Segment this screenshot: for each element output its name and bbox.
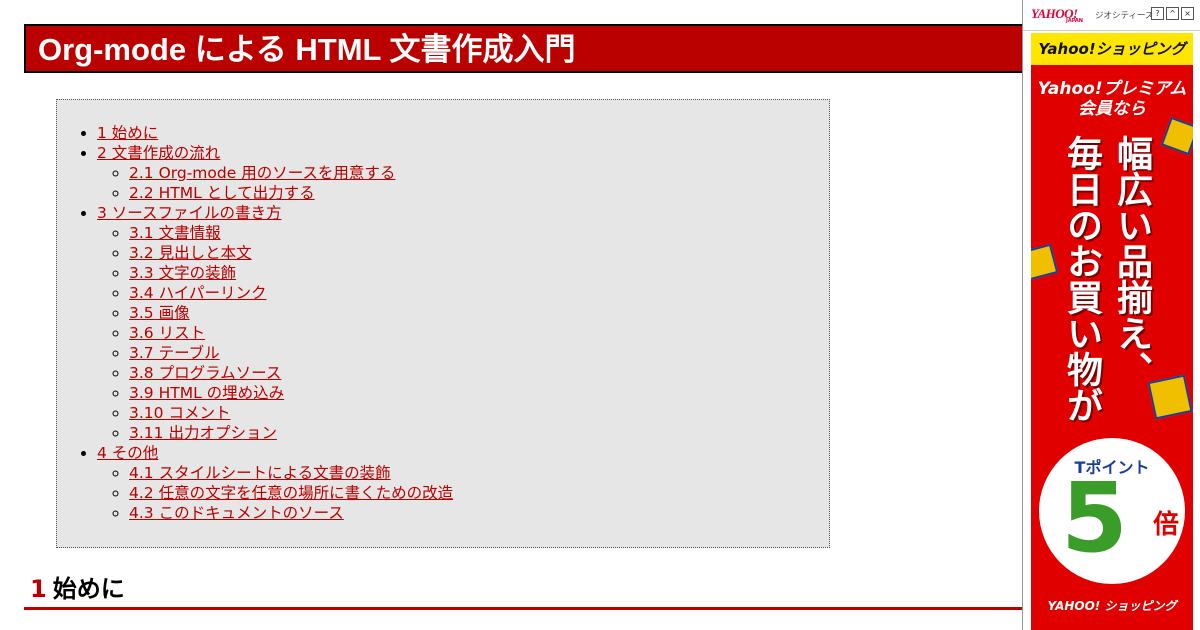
ad-premium-line2: 会員なら bbox=[1078, 99, 1146, 119]
toc-sublink[interactable]: 3.1 文書情報 bbox=[129, 224, 221, 242]
toc-item: 2 文書作成の流れ 2.1 Org-mode 用のソースを用意する 2.2 HTML… bbox=[97, 143, 829, 203]
ad-header: YAHOO! JAPAN ジオシティーズ ? ^ × bbox=[1023, 0, 1200, 31]
toc-subitem: 3.6 リスト bbox=[129, 323, 829, 343]
toc-sublist: 2.1 Org-mode 用のソースを用意する 2.2 HTML として出力する bbox=[97, 163, 829, 203]
toc-sublink[interactable]: 3.11 出力オプション bbox=[129, 424, 277, 442]
ad-vertical-line2: 毎日のお買い物が bbox=[1061, 135, 1102, 423]
ad-controls: ? ^ × bbox=[1151, 7, 1194, 20]
toc-subitem: 2.2 HTML として出力する bbox=[129, 183, 829, 203]
toc-sublink[interactable]: 2.2 HTML として出力する bbox=[129, 184, 315, 202]
toc-subitem: 3.4 ハイパーリンク bbox=[129, 283, 829, 303]
toc-sublink[interactable]: 3.8 プログラムソース bbox=[129, 364, 281, 382]
toc-sublink[interactable]: 4.3 このドキュメントのソース bbox=[129, 504, 344, 522]
toc-sublink[interactable]: 3.3 文字の装飾 bbox=[129, 264, 236, 282]
toc-sublink[interactable]: 3.6 リスト bbox=[129, 324, 205, 342]
toc-item: 4 その他 4.1 スタイルシートによる文書の装飾 4.2 任意の文字を任意の場所に… bbox=[97, 443, 829, 523]
table-of-contents: 1 始めに 2 文書作成の流れ 2.1 Org-mode 用のソースを用意する 2.2… bbox=[56, 99, 830, 548]
ad-vertical-line1: 幅広い品揃え、 bbox=[1111, 135, 1152, 387]
yahoo-logo-sub: JAPAN bbox=[1066, 18, 1083, 24]
toc-subitem: 3.10 コメント bbox=[129, 403, 829, 423]
ad-collapse-button[interactable]: ^ bbox=[1166, 7, 1179, 20]
ad-panel: YAHOO! JAPAN ジオシティーズ ? ^ × Yahoo!ショッピング … bbox=[1022, 0, 1200, 630]
ad-close-button[interactable]: × bbox=[1181, 7, 1194, 20]
page-title-banner: Org-mode による HTML 文書作成入門 bbox=[24, 24, 1044, 73]
toc-sublink[interactable]: 3.2 見出しと本文 bbox=[129, 244, 252, 262]
ad-cube-icon bbox=[1160, 116, 1193, 156]
toc-subitem: 3.8 プログラムソース bbox=[129, 363, 829, 383]
ad-cube-icon bbox=[1031, 243, 1059, 281]
toc-subitem: 3.1 文書情報 bbox=[129, 223, 829, 243]
section-title: 1 始めに bbox=[24, 570, 1024, 608]
ad-premium-line1: Yahoo!プレミアム bbox=[1037, 79, 1187, 99]
toc-link[interactable]: 1 始めに bbox=[97, 124, 158, 142]
geocities-label: ジオシティーズ bbox=[1095, 11, 1154, 21]
toc-sublink[interactable]: 4.1 スタイルシートによる文書の装飾 bbox=[129, 464, 391, 482]
toc-link[interactable]: 4 その他 bbox=[97, 444, 158, 462]
page-title: Org-mode による HTML 文書作成入門 bbox=[38, 32, 576, 67]
toc-sublink[interactable]: 3.10 コメント bbox=[129, 404, 230, 422]
toc-sublist: 3.1 文書情報 3.2 見出しと本文 3.3 文字の装飾 3.4 ハイパーリンク 3.… bbox=[97, 223, 829, 443]
ad-banner[interactable]: Yahoo!ショッピング Yahoo!プレミアム 会員なら 幅広い品揃え、 毎日… bbox=[1031, 33, 1193, 630]
ad-points-badge: Tポイント 5 倍 bbox=[1039, 438, 1185, 584]
ad-shop-bar: Yahoo!ショッピング bbox=[1031, 33, 1193, 65]
toc-sublink[interactable]: 3.5 画像 bbox=[129, 304, 190, 322]
toc-subitem: 4.1 スタイルシートによる文書の装飾 bbox=[129, 463, 829, 483]
toc-sublink[interactable]: 2.1 Org-mode 用のソースを用意する bbox=[129, 164, 395, 182]
toc-link[interactable]: 3 ソースファイルの書き方 bbox=[97, 204, 282, 222]
toc-list: 1 始めに 2 文書作成の流れ 2.1 Org-mode 用のソースを用意する 2.2… bbox=[57, 100, 829, 523]
section-number: 1 bbox=[30, 575, 47, 603]
toc-item: 1 始めに bbox=[97, 123, 829, 143]
ad-badge-unit: 倍 bbox=[1153, 510, 1180, 540]
toc-link[interactable]: 2 文書作成の流れ bbox=[97, 144, 220, 162]
ad-badge-number: 5 bbox=[1061, 462, 1128, 574]
toc-sublink[interactable]: 3.9 HTML の埋め込み bbox=[129, 384, 284, 402]
toc-subitem: 4.3 このドキュメントのソース bbox=[129, 503, 829, 523]
toc-sublink[interactable]: 3.4 ハイパーリンク bbox=[129, 284, 266, 302]
toc-sublist: 4.1 スタイルシートによる文書の装飾 4.2 任意の文字を任意の場所に書くための… bbox=[97, 463, 829, 523]
toc-subitem: 4.2 任意の文字を任意の場所に書くための改造 bbox=[129, 483, 829, 503]
ad-cube-icon bbox=[1147, 374, 1193, 420]
toc-sublink[interactable]: 4.2 任意の文字を任意の場所に書くための改造 bbox=[129, 484, 453, 502]
toc-subitem: 2.1 Org-mode 用のソースを用意する bbox=[129, 163, 829, 183]
toc-item: 3 ソースファイルの書き方 3.1 文書情報 3.2 見出しと本文 3.3 文字の装飾… bbox=[97, 203, 829, 443]
toc-subitem: 3.5 画像 bbox=[129, 303, 829, 323]
ad-premium-text: Yahoo!プレミアム 会員なら bbox=[1031, 79, 1193, 119]
toc-subitem: 3.7 テーブル bbox=[129, 343, 829, 363]
section-heading: 1 始めに bbox=[24, 570, 1024, 610]
toc-sublink[interactable]: 3.7 テーブル bbox=[129, 344, 220, 362]
toc-subitem: 3.2 見出しと本文 bbox=[129, 243, 829, 263]
section-title-text: 始めに bbox=[52, 575, 125, 603]
toc-subitem: 3.11 出力オプション bbox=[129, 423, 829, 443]
toc-subitem: 3.3 文字の装飾 bbox=[129, 263, 829, 283]
ad-footer-logo: YAHOO! ショッピング bbox=[1047, 599, 1177, 613]
ad-help-button[interactable]: ? bbox=[1151, 7, 1164, 20]
toc-subitem: 3.9 HTML の埋め込み bbox=[129, 383, 829, 403]
